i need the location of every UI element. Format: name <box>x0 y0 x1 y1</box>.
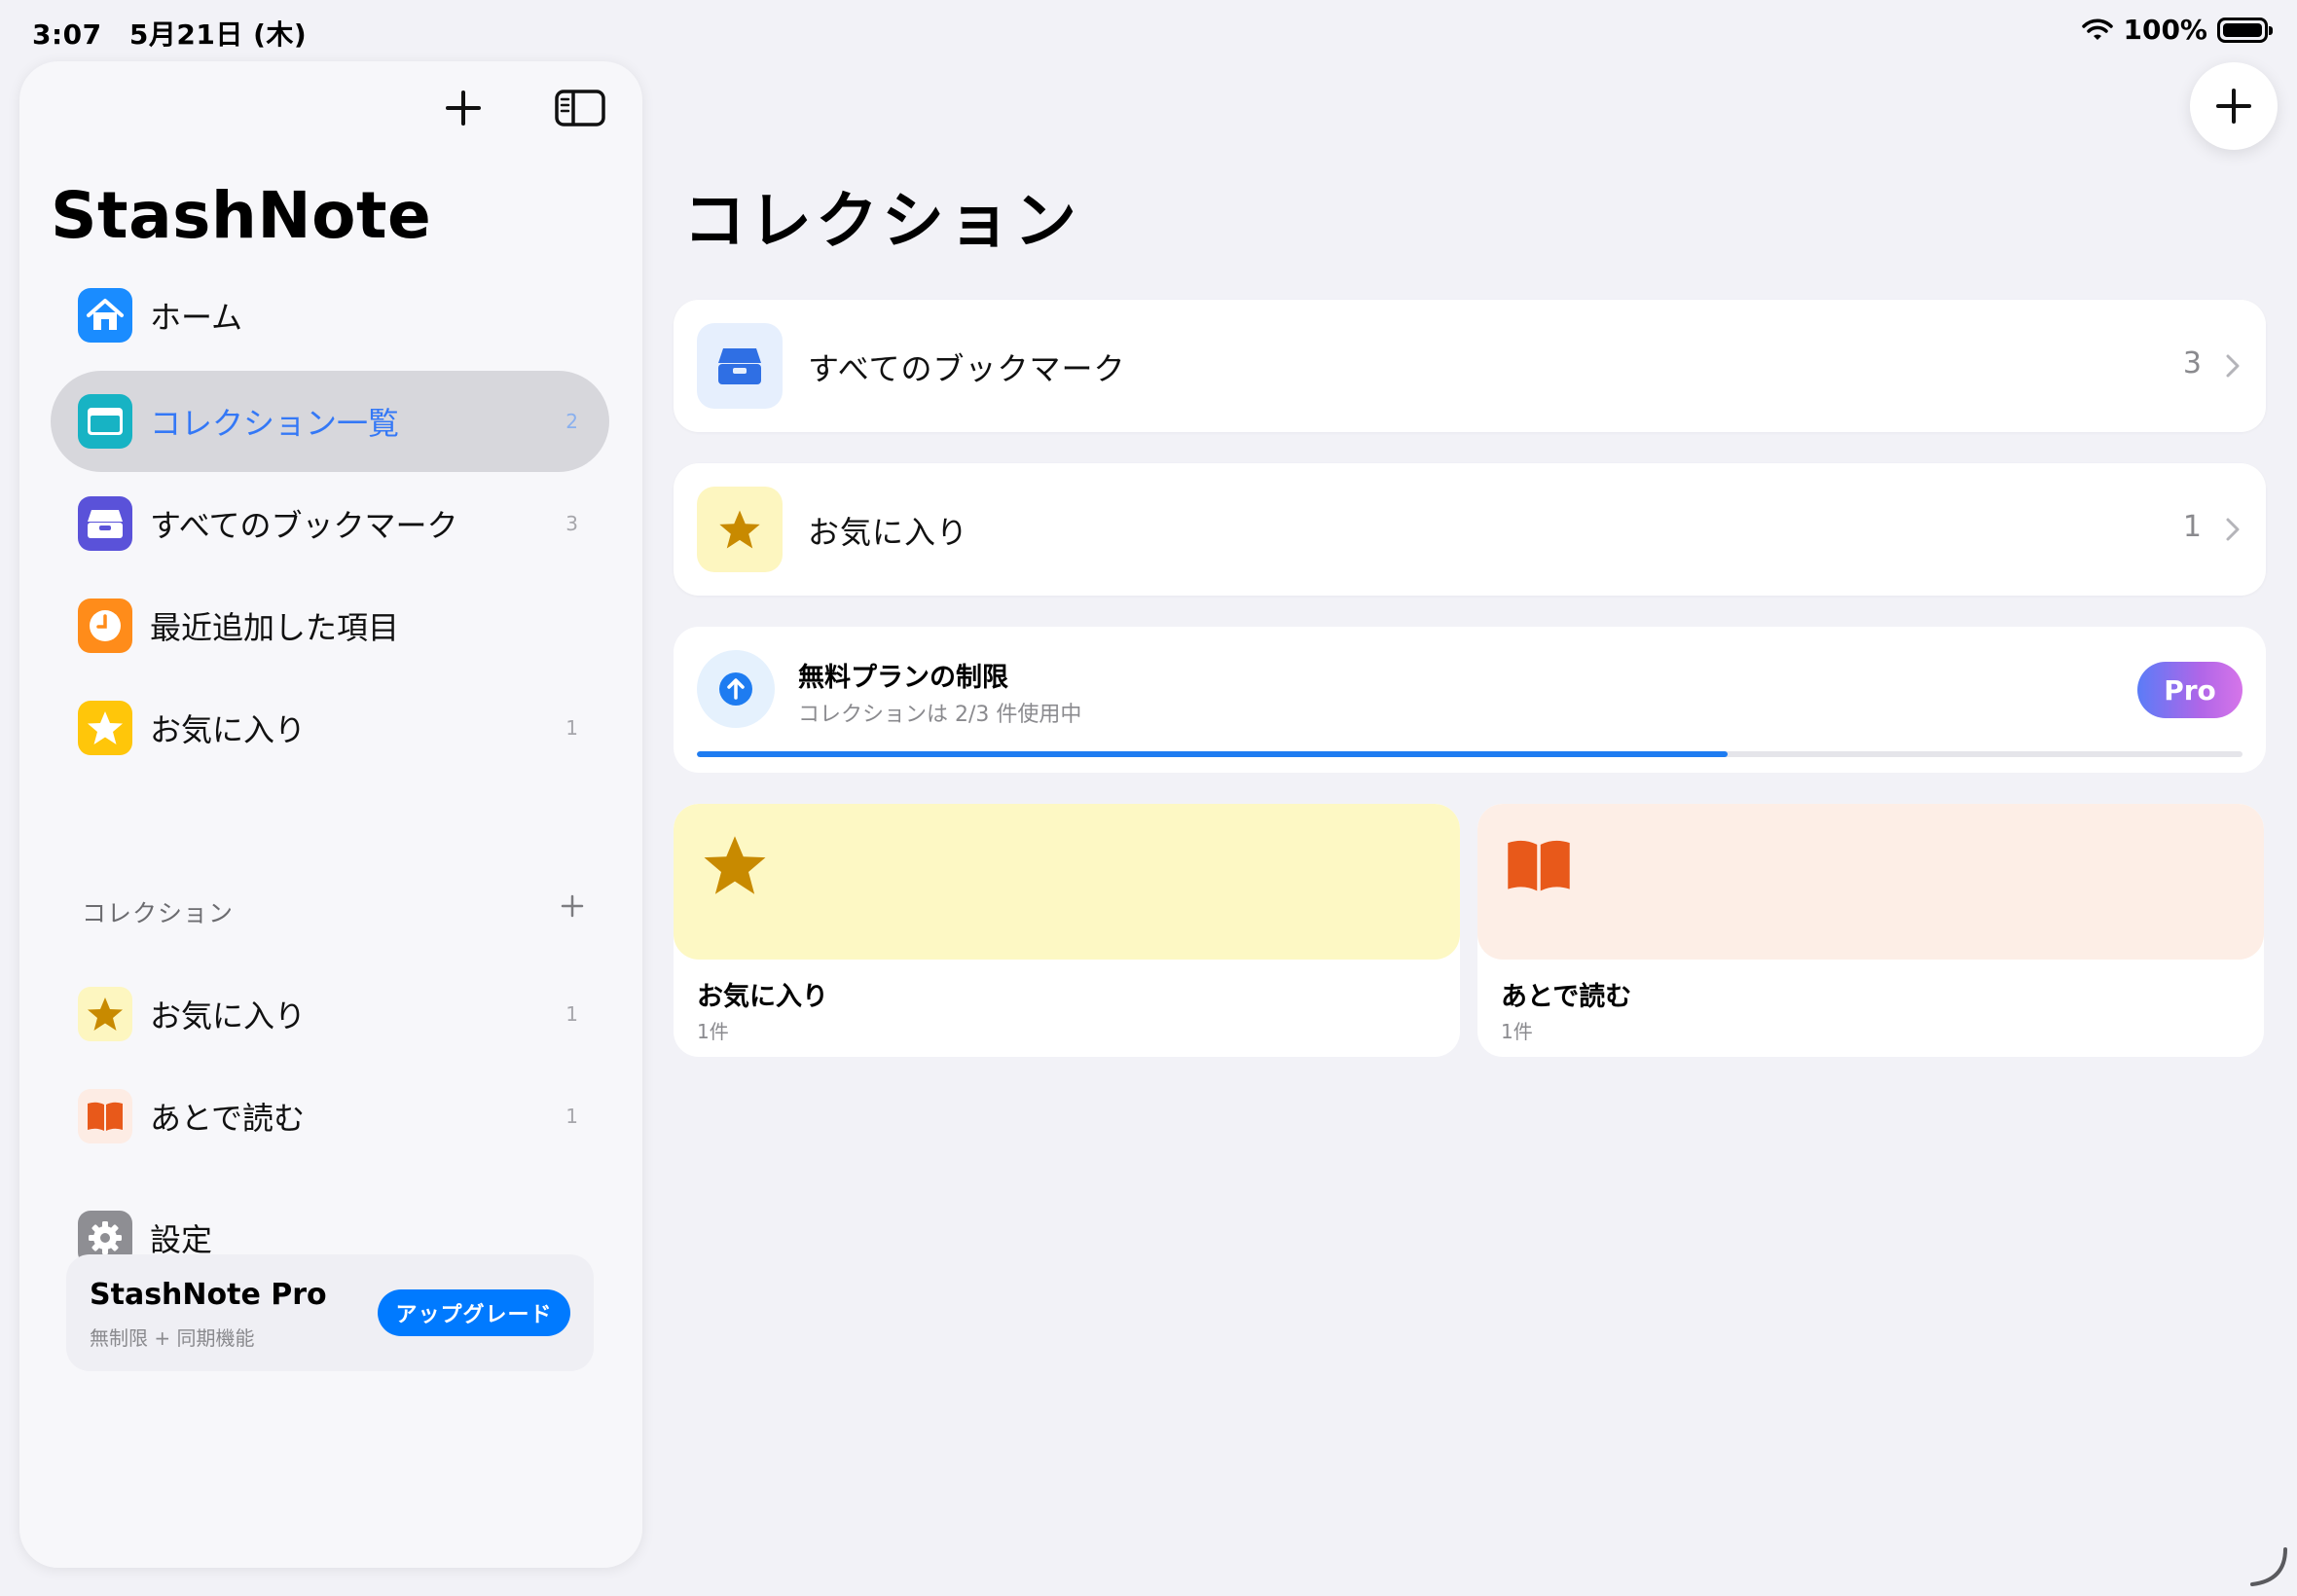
sidebar-item-count: 2 <box>565 410 578 433</box>
tile-count: 1件 <box>697 1020 729 1043</box>
collection-tile-read-later[interactable]: あとで読む 1件 <box>1477 804 2264 1057</box>
sidebar-item-count: 3 <box>565 512 578 535</box>
page-title: コレクション <box>683 186 1080 258</box>
limit-progress-bar <box>697 751 2242 757</box>
tile-name: お気に入り <box>697 982 828 1012</box>
add-collection-button[interactable] <box>543 877 602 935</box>
wifi-icon <box>2082 18 2114 40</box>
clock-icon <box>78 598 132 653</box>
tile-color-header <box>674 804 1460 960</box>
chevron-right-icon <box>2221 348 2244 383</box>
sidebar-collection-favorites[interactable]: お気に入り 1 <box>51 963 609 1065</box>
plus-icon <box>446 91 481 126</box>
sidebar-item-recent[interactable]: 最近追加した項目 <box>51 575 609 676</box>
sidebar-item-collections[interactable]: コレクション一覧 2 <box>51 371 609 472</box>
sidebar-item-count: 1 <box>565 1002 578 1026</box>
status-time: 3:07 <box>32 18 102 51</box>
book-icon <box>78 1089 132 1143</box>
collection-tile-favorites[interactable]: お気に入り 1件 <box>674 804 1460 1057</box>
sidebar-item-label: あとで読む <box>150 1100 306 1137</box>
sidebar-toggle-icon <box>555 90 605 127</box>
folder-icon <box>78 394 132 449</box>
tile-count: 1件 <box>1501 1020 1533 1043</box>
battery-percent: 100% <box>2123 14 2207 46</box>
sidebar-toolbar <box>436 81 607 135</box>
pro-card-title: StashNote Pro <box>90 1278 327 1312</box>
house-icon <box>78 288 132 343</box>
sidebar-item-favorites[interactable]: お気に入り 1 <box>51 677 609 779</box>
tray-icon <box>697 323 783 409</box>
pro-card-subtitle: 無制限 + 同期機能 <box>90 1326 255 1350</box>
sidebar-item-label: 最近追加した項目 <box>150 609 400 646</box>
resize-handle-icon[interactable] <box>2246 1545 2289 1588</box>
sidebar-collection-read-later[interactable]: あとで読む 1 <box>51 1066 609 1167</box>
limit-title: 無料プランの制限 <box>798 663 1008 693</box>
row-label: すべてのブックマーク <box>808 350 1126 387</box>
app-title: StashNote <box>51 178 432 253</box>
row-count: 3 <box>2182 346 2202 381</box>
row-count: 1 <box>2182 510 2202 544</box>
status-bar: 3:07 5月21日 (木) 100% <box>0 0 2297 58</box>
upgrade-button[interactable]: アップグレード <box>378 1289 570 1336</box>
sidebar-item-label: お気に入り <box>150 711 307 748</box>
sidebar-item-label: すべてのブックマーク <box>150 507 458 544</box>
tile-name: あとで読む <box>1501 982 1632 1012</box>
sidebar-item-count: 1 <box>565 1105 578 1128</box>
sidebar-item-all-bookmarks[interactable]: すべてのブックマーク 3 <box>51 473 609 574</box>
pro-badge-button[interactable]: Pro <box>2137 662 2242 718</box>
status-clock: 3:07 5月21日 (木) <box>32 14 324 53</box>
plus-icon <box>561 894 584 918</box>
upgrade-arrow-icon <box>697 650 775 728</box>
add-collection-fab[interactable] <box>2190 62 2278 150</box>
collections-section-title: コレクション <box>82 899 235 927</box>
status-indicators: 100% <box>2082 14 2273 46</box>
star-icon <box>78 987 132 1041</box>
toggle-sidebar-button[interactable] <box>553 81 607 135</box>
star-icon <box>78 701 132 755</box>
chevron-right-icon <box>2221 512 2244 547</box>
free-plan-limit-card: 無料プランの制限 コレクションは 2/3 件使用中 Pro <box>674 627 2266 773</box>
star-icon <box>699 829 771 901</box>
limit-subtitle: コレクションは 2/3 件使用中 <box>798 703 1082 727</box>
sidebar-item-label: コレクション一覧 <box>150 405 400 442</box>
book-icon <box>1503 829 1575 901</box>
add-button[interactable] <box>436 81 491 135</box>
sidebar-item-home[interactable]: ホーム <box>51 265 609 366</box>
sidebar: StashNote ホーム コレクション一覧 2 すべてのブックマーク 3 最近… <box>19 61 642 1568</box>
sidebar-item-count: 1 <box>565 716 578 740</box>
favorites-row[interactable]: お気に入り 1 <box>674 463 2266 596</box>
limit-progress-fill <box>697 751 1729 757</box>
sidebar-item-label: ホーム <box>150 299 243 336</box>
plus-icon <box>2216 89 2251 124</box>
tile-color-header <box>1477 804 2264 960</box>
battery-icon <box>2217 17 2273 43</box>
pro-promo-card: StashNote Pro 無制限 + 同期機能 アップグレード <box>66 1254 594 1371</box>
status-date: 5月21日 (木) <box>128 18 308 51</box>
star-icon <box>697 487 783 572</box>
sidebar-item-label: お気に入り <box>150 998 307 1034</box>
row-label: お気に入り <box>808 514 969 551</box>
tray-icon <box>78 496 132 551</box>
all-bookmarks-row[interactable]: すべてのブックマーク 3 <box>674 300 2266 432</box>
